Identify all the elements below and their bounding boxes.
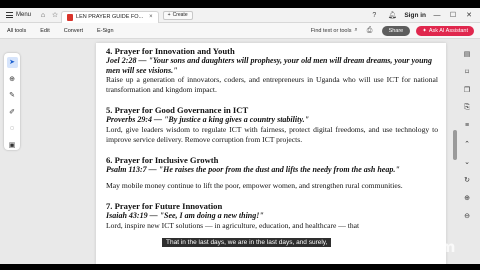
toolbar-all-tools[interactable]: All tools (0, 28, 33, 34)
help-icon[interactable]: ? (368, 8, 380, 23)
section-heading: 7. Prayer for Future Innovation (106, 201, 223, 212)
close-window-icon[interactable]: ✕ (464, 11, 474, 19)
section-verse: Isaiah 43:19 — "See, I am doing a new th… (106, 211, 264, 221)
comments-panel-icon[interactable]: ▤ (462, 48, 473, 59)
page-up-icon[interactable]: ⌃ (462, 138, 473, 149)
close-tab-icon[interactable]: × (149, 14, 153, 20)
section-body: Raise up a generation of innovators, cod… (106, 75, 438, 94)
section-body: Lord, inspire new ICT solutions — in agr… (106, 220, 360, 230)
search-icon: ⌕ (354, 27, 358, 33)
section-verse: Joel 2:28 — "Your sons and daughters wil… (106, 56, 432, 75)
page-down-icon[interactable]: ⌄ (462, 156, 473, 167)
lasso-icon[interactable]: ◌ (7, 123, 18, 134)
layers-icon[interactable]: ≡ (462, 120, 473, 131)
comment-icon[interactable]: ✎ (7, 90, 18, 101)
find-label: Find text or tools (310, 27, 352, 34)
hamburger-icon (6, 12, 13, 18)
bookmark-icon[interactable]: ⌑ (462, 66, 473, 77)
minimize-icon[interactable]: — (432, 12, 442, 19)
draw-icon[interactable]: ✐ (7, 107, 18, 118)
vertical-scrollbar[interactable] (452, 42, 458, 264)
section-verse: Proverbs 29:4 — "By justice a king gives… (106, 115, 310, 125)
document-tab[interactable]: LEN PRAYER GUIDE FO... × (61, 10, 159, 23)
section-body: Lord, give leaders wisdom to regulate IC… (106, 124, 438, 144)
attachment-icon[interactable]: ⎘ (462, 102, 473, 113)
section-body: May mobile money continue to lift the po… (106, 180, 403, 190)
sparkle-icon: ✦ (422, 27, 427, 34)
main-toolbar: All tools Edit Convert E-Sign Find text … (0, 23, 480, 39)
pdf-reader-window: Menu ⌂ ☆ LEN PRAYER GUIDE FO... × + Crea… (0, 8, 480, 264)
refresh-icon[interactable]: ↻ (462, 174, 473, 185)
home-icon[interactable]: ⌂ (37, 8, 49, 23)
create-button[interactable]: + Create (162, 10, 193, 20)
section-heading: 5. Prayer for Good Governance in ICT (106, 105, 249, 116)
star-icon[interactable]: ☆ (49, 8, 61, 23)
document-page: 4. Prayer for Innovation and Youth Joel … (96, 43, 446, 264)
select-cursor-icon[interactable]: ➤ (6, 57, 18, 68)
ai-assistant-label: Ask AI Assistant (428, 27, 468, 34)
section-verse: Psalm 113:7 — "He raises the poor from t… (106, 165, 400, 175)
toolbar-edit[interactable]: Edit (33, 28, 56, 34)
bell-icon[interactable]: 🔔︎ (386, 8, 398, 23)
right-panel-rail: ▤ ⌑ ❐ ⎘ ≡ ⌃ ⌄ ↻ ⊕ ⊖ (460, 44, 474, 264)
menu-label: Menu (16, 12, 32, 18)
create-label: Create (172, 12, 188, 18)
screen: Menu ⌂ ☆ LEN PRAYER GUIDE FO... × + Crea… (0, 0, 480, 270)
ai-assistant-button[interactable]: ✦ Ask AI Assistant (416, 25, 474, 36)
find-text-button[interactable]: Find text or tools ⌕ (311, 27, 358, 34)
stamp-icon[interactable]: ▣ (7, 140, 18, 151)
tab-title: LEN PRAYER GUIDE FO... (76, 14, 144, 20)
zoom-in-icon[interactable]: ⊕ (462, 192, 473, 203)
plus-icon: + (167, 12, 171, 18)
title-bar: Menu ⌂ ☆ LEN PRAYER GUIDE FO... × + Crea… (0, 8, 480, 23)
section-heading: 6. Prayer for Inclusive Growth (106, 155, 219, 166)
zoom-out-icon[interactable]: ⊖ (462, 210, 473, 221)
share-button[interactable]: Share (381, 25, 411, 36)
pdf-file-icon (67, 13, 74, 21)
section-heading: 4. Prayer for Innovation and Youth (106, 46, 235, 56)
toolbar-esign[interactable]: E-Sign (90, 28, 121, 34)
zoom-watermark-logo: zoom (412, 238, 455, 256)
maximize-icon[interactable]: ☐ (448, 11, 458, 19)
sign-in-button[interactable]: Sign in (404, 12, 426, 19)
live-caption: That in the last days, we are in the las… (162, 238, 332, 247)
menu-button[interactable]: Menu (0, 8, 37, 23)
tool-rail: ➤ ⊕ ✎ ✐ ◌ ▣ (4, 53, 20, 150)
toolbar-convert[interactable]: Convert (57, 28, 90, 34)
zoom-tool-icon[interactable]: ⊕ (7, 74, 18, 85)
scrollbar-thumb[interactable] (453, 130, 457, 160)
print-icon[interactable]: ⎙ (364, 23, 376, 38)
pages-icon[interactable]: ❐ (462, 84, 473, 95)
